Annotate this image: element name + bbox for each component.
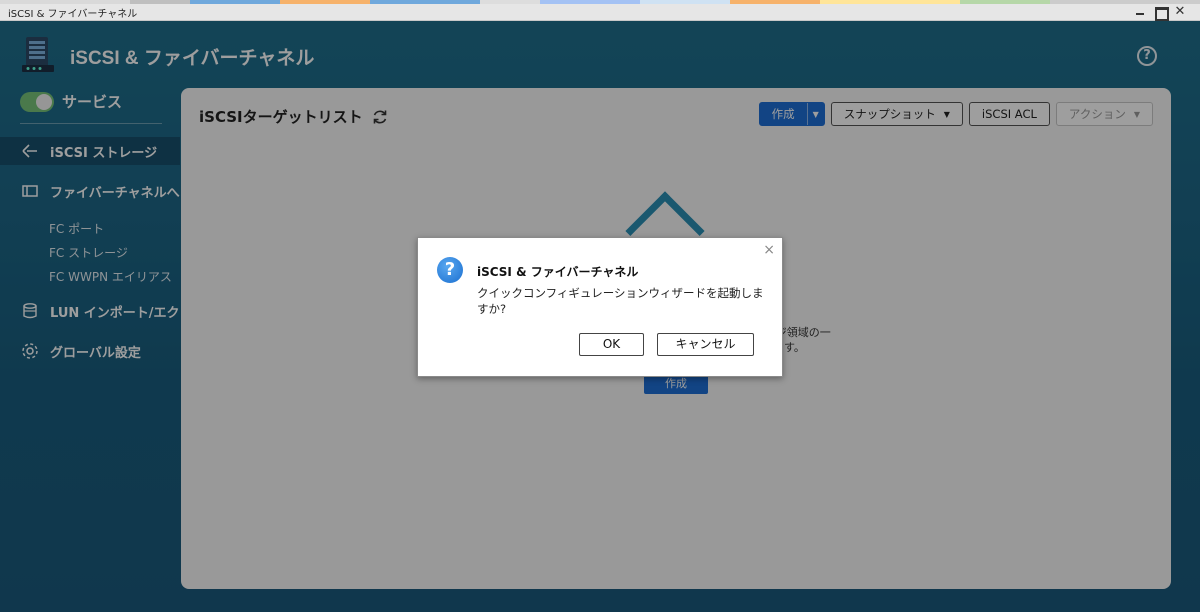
window-titlebar[interactable]: iSCSI & ファイバーチャネル ✕ <box>0 4 1200 21</box>
window-close-button[interactable]: ✕ <box>1174 5 1186 18</box>
dialog-title: iSCSI & ファイバーチャネル <box>477 265 639 279</box>
window-title: iSCSI & ファイバーチャネル <box>8 8 138 20</box>
dialog-message: クイックコンフィギュレーションウィザードを起動しますか? <box>477 286 764 316</box>
window-controls: ✕ <box>1134 5 1186 21</box>
ok-button[interactable]: OK <box>579 333 644 356</box>
close-icon[interactable]: × <box>763 243 775 257</box>
question-icon: ? <box>437 257 463 283</box>
cancel-button[interactable]: キャンセル <box>657 333 754 356</box>
confirm-dialog: × ? iSCSI & ファイバーチャネル クイックコンフィギュレーションウィザ… <box>417 237 783 377</box>
maximize-button[interactable] <box>1154 6 1169 21</box>
minimize-button[interactable] <box>1134 6 1146 18</box>
